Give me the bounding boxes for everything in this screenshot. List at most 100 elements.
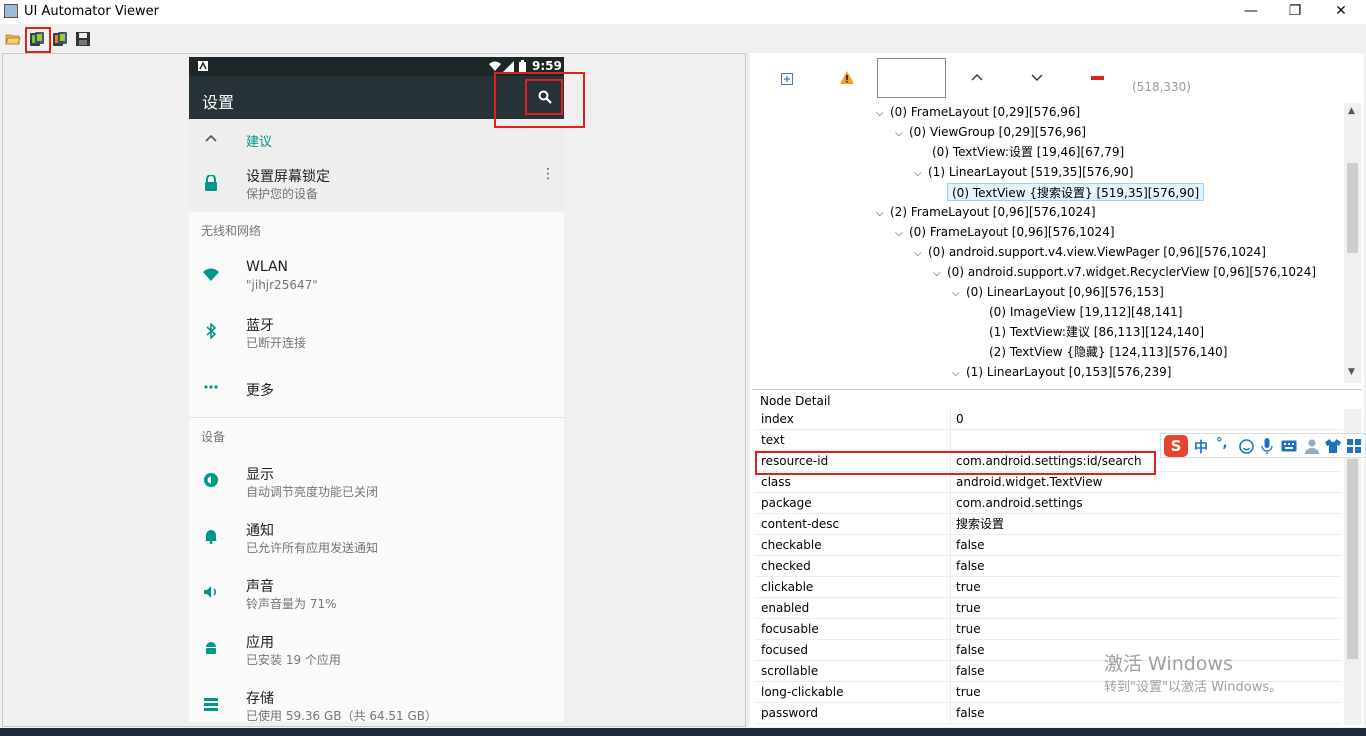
tree-node[interactable]: ⌵ (1) LinearLayout [0,153][576,239] — [952, 363, 1171, 381]
notification-icon — [198, 61, 208, 71]
signal-icon — [503, 61, 514, 72]
suggestion-subtitle: 保护您的设备 — [246, 187, 319, 201]
ime-toolbar[interactable]: S 中 °, — [1160, 433, 1366, 458]
device-screenshot-compressed-icon[interactable] — [52, 31, 68, 47]
bell-icon — [205, 530, 217, 544]
chevron-up-icon[interactable] — [971, 73, 983, 81]
suggestion-item-screen-lock[interactable]: 设置屏幕锁定 保护您的设备 ⋮ — [189, 155, 564, 212]
table-row[interactable]: focusable true — [754, 619, 1342, 640]
close-button[interactable]: ✕ — [1318, 0, 1364, 24]
punctuation-icon[interactable]: °, — [1216, 436, 1227, 451]
keyboard-icon[interactable] — [1281, 440, 1297, 452]
settings-item-display[interactable]: 显示 自动调节亮度功能已关闭 — [189, 454, 564, 510]
main-toolbar — [0, 24, 1366, 52]
folder-open-icon[interactable] — [5, 31, 21, 47]
tree-node-selected[interactable]: (0) TextView {搜索设置} [519,35][576,90] — [947, 183, 1205, 201]
settings-item-apps[interactable]: 应用 已安装 19 个应用 — [189, 622, 564, 678]
chevron-down-icon[interactable]: ⌵ — [952, 365, 966, 383]
activation-watermark-subtitle: 转到"设置"以激活 Windows。 — [1104, 680, 1283, 695]
more-horiz-icon — [204, 385, 218, 389]
chevron-down-icon[interactable]: ⌵ — [914, 165, 928, 183]
restore-button[interactable]: ❐ — [1272, 0, 1318, 24]
table-row[interactable]: index 0 — [754, 409, 1342, 430]
device-screenshot[interactable]: 9:59 设置 建议 设置屏幕锁定 保护您的设备 ⋮ 无线和网络 WLAN "j… — [189, 57, 564, 722]
item-subtitle: 已使用 59.36 GB（共 64.51 GB） — [246, 709, 438, 722]
tree-node[interactable]: ⌵ (0) android.support.v4.view.ViewPager [… — [914, 243, 1266, 261]
tree-node[interactable]: ⌵ (2) FrameLayout [0,96][576,1024] — [876, 203, 1096, 221]
save-icon[interactable] — [75, 31, 91, 47]
volume-icon — [204, 586, 217, 598]
wifi-status-icon — [489, 61, 501, 71]
table-row[interactable]: enabled true — [754, 598, 1342, 619]
table-row[interactable]: class android.widget.TextView — [754, 472, 1342, 493]
highlight-search-node — [525, 79, 563, 115]
table-row[interactable]: content-desc 搜索设置 — [754, 514, 1342, 535]
tree-node[interactable]: (0) ImageView [19,112][48,141] — [989, 303, 1182, 321]
minimize-button[interactable]: — — [1228, 0, 1274, 24]
inspector-panel: (518,330) ⌵ (0) FrameLayout [0,29][576,96… — [750, 53, 1364, 727]
section-device: 设备 — [201, 430, 226, 444]
chevron-down-icon[interactable]: ⌵ — [914, 245, 928, 263]
tree-node[interactable]: (0) TextView:设置 [19,46][67,79] — [932, 143, 1124, 161]
tree-node[interactable]: ⌵ (0) FrameLayout [0,96][576,1024] — [895, 223, 1115, 241]
chevron-down-icon[interactable]: ⌵ — [952, 285, 966, 303]
settings-item-sound[interactable]: 声音 铃声音量为 71% — [189, 566, 564, 622]
table-row[interactable]: checkable false — [754, 535, 1342, 556]
tree-scroll-thumb[interactable] — [1347, 163, 1358, 253]
title-bar: UI Automator Viewer — ❐ ✕ — [0, 0, 1366, 24]
toolbox-grid-icon[interactable] — [1347, 439, 1361, 453]
tree-node[interactable]: ⌵ (0) ViewGroup [0,29][576,96] — [895, 123, 1086, 141]
chevron-up-icon[interactable] — [205, 134, 217, 142]
emoji-icon[interactable] — [1239, 439, 1254, 454]
warning-icon[interactable] — [840, 71, 854, 84]
tree-scrollbar[interactable]: ▲ ▼ — [1344, 103, 1361, 383]
user-group-icon[interactable] — [1304, 438, 1320, 454]
more-options-icon[interactable]: ⋮ — [541, 167, 555, 181]
table-row[interactable]: password false — [754, 703, 1342, 724]
settings-item-more[interactable]: 更多 — [189, 361, 564, 417]
skin-shirt-icon[interactable] — [1325, 439, 1341, 453]
settings-item-storage[interactable]: 存储 已使用 59.36 GB（共 64.51 GB） — [189, 678, 564, 722]
table-row[interactable]: checked false — [754, 556, 1342, 577]
item-subtitle: 已断开连接 — [246, 336, 307, 350]
minus-icon[interactable] — [1091, 76, 1104, 80]
chevron-down-icon[interactable]: ⌵ — [876, 105, 890, 123]
tree-node[interactable]: (1) TextView:建议 [86,113][124,140] — [989, 323, 1204, 341]
chevron-down-icon[interactable]: ⌵ — [895, 225, 909, 243]
tree-node[interactable]: ⌵ (0) LinearLayout [0,96][576,153] — [952, 283, 1164, 301]
chevron-down-icon[interactable]: ⌵ — [933, 265, 947, 283]
detail-scroll-thumb[interactable] — [1347, 459, 1358, 659]
scroll-down-icon[interactable]: ▼ — [1348, 367, 1355, 377]
tree-node[interactable]: ⌵ (0) android.support.v7.widget.RecyclerV… — [933, 263, 1316, 281]
coordinate-readout: (518,330) — [1132, 80, 1191, 94]
section-wireless: 无线和网络 — [201, 224, 262, 238]
settings-title: 设置 — [202, 93, 235, 112]
node-detail-title: Node Detail — [760, 394, 831, 408]
settings-item-bluetooth[interactable]: 蓝牙 已断开连接 — [189, 305, 564, 361]
settings-item-wlan[interactable]: WLAN "jihjr25647" — [189, 249, 564, 305]
chevron-down-icon[interactable] — [1031, 74, 1043, 82]
table-row[interactable]: focused false — [754, 640, 1342, 661]
table-row[interactable]: package com.android.settings — [754, 493, 1342, 514]
hierarchy-tree[interactable]: ⌵ (0) FrameLayout [0,29][576,96] ⌵ (0) Vie… — [756, 103, 1344, 429]
ime-mode-label[interactable]: 中 — [1194, 437, 1208, 457]
tree-node[interactable]: ⌵ (0) FrameLayout [0,29][576,96] — [876, 103, 1080, 121]
suggestion-title: 设置屏幕锁定 — [246, 169, 330, 185]
lock-icon — [205, 175, 217, 191]
toggle-naf-button[interactable] — [877, 58, 946, 98]
bluetooth-icon — [206, 323, 217, 339]
scroll-up-icon[interactable]: ▲ — [1348, 106, 1355, 116]
tree-node[interactable]: (2) TextView {隐藏} [124,113][576,140] — [989, 343, 1227, 361]
microphone-icon[interactable] — [1261, 438, 1273, 454]
expand-all-icon[interactable] — [781, 73, 793, 85]
windows-taskbar — [0, 728, 1366, 736]
chevron-down-icon[interactable]: ⌵ — [895, 125, 909, 143]
item-title: 通知 — [246, 523, 274, 539]
chevron-down-icon[interactable]: ⌵ — [876, 205, 890, 223]
item-title: 蓝牙 — [246, 318, 274, 334]
tree-node[interactable]: ⌵ (1) LinearLayout [519,35][576,90] — [914, 163, 1133, 181]
table-row[interactable]: clickable true — [754, 577, 1342, 598]
item-subtitle: 已允许所有应用发送通知 — [246, 541, 379, 555]
sogou-logo-icon[interactable]: S — [1164, 435, 1188, 457]
settings-item-notifications[interactable]: 通知 已允许所有应用发送通知 — [189, 510, 564, 566]
